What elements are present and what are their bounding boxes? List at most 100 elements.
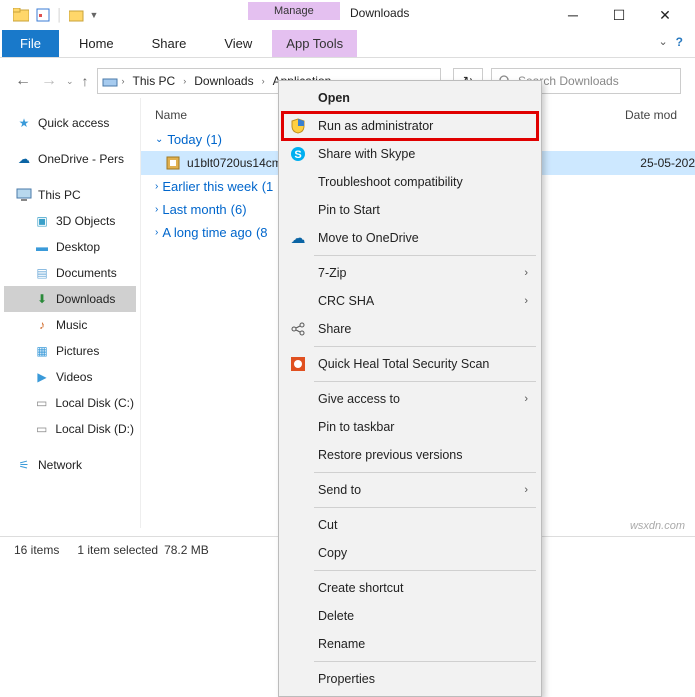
installer-icon <box>165 155 181 171</box>
ctx-pin-taskbar[interactable]: Pin to taskbar <box>282 413 538 441</box>
ctx-pin-start[interactable]: Pin to Start <box>282 196 538 224</box>
window-controls: ─ ☐ ✕ <box>559 7 691 24</box>
ctx-give-access[interactable]: Give access to› <box>282 385 538 413</box>
contextual-tab-header: Manage <box>248 2 340 20</box>
close-button[interactable]: ✕ <box>651 7 679 24</box>
status-item-count: 16 items <box>14 543 59 557</box>
app-tools-tab[interactable]: App Tools <box>272 30 357 57</box>
history-dropdown-icon[interactable]: ⌄ <box>66 76 74 87</box>
ctx-crc-sha[interactable]: CRC SHA› <box>282 287 538 315</box>
crumb-this-pc[interactable]: This PC <box>129 74 180 88</box>
ctx-cut[interactable]: Cut <box>282 511 538 539</box>
sidebar-item-pictures[interactable]: ▦Pictures <box>4 338 136 364</box>
ctx-7zip[interactable]: 7-Zip› <box>282 259 538 287</box>
ctx-create-shortcut[interactable]: Create shortcut <box>282 574 538 602</box>
ctx-run-as-administrator[interactable]: Run as administrator <box>281 111 539 141</box>
chevron-down-icon: ⌄ <box>155 134 163 145</box>
submenu-arrow-icon: › <box>524 484 528 496</box>
chevron-right-icon[interactable]: › <box>183 76 186 86</box>
quick-access-toolbar: │ ▼ <box>4 6 98 24</box>
music-icon: ♪ <box>34 317 50 333</box>
network-icon: ⚟ <box>16 457 32 473</box>
sidebar-item-desktop[interactable]: ▬Desktop <box>4 234 136 260</box>
view-tab[interactable]: View <box>206 30 270 57</box>
ctx-restore-versions[interactable]: Restore previous versions <box>282 441 538 469</box>
forward-button[interactable]: → <box>40 72 58 90</box>
share-tab[interactable]: Share <box>134 30 205 57</box>
svg-text:S: S <box>294 149 301 161</box>
window-title: Downloads <box>350 6 409 20</box>
minimize-button[interactable]: ─ <box>559 7 587 24</box>
sidebar-network[interactable]: ⚟ Network <box>4 452 136 478</box>
navigation-pane: ★ Quick access ☁ OneDrive - Pers This PC… <box>0 98 140 528</box>
videos-icon: ▶ <box>34 369 50 385</box>
share-icon <box>288 320 308 338</box>
ctx-quickheal[interactable]: Quick Heal Total Security Scan <box>282 350 538 378</box>
desktop-icon: ▬ <box>34 239 50 255</box>
ctx-send-to[interactable]: Send to› <box>282 476 538 504</box>
qat-separator: │ <box>56 8 64 22</box>
chevron-right-icon: › <box>155 204 158 215</box>
ctx-share[interactable]: Share <box>282 315 538 343</box>
sidebar-this-pc[interactable]: This PC <box>4 182 136 208</box>
help-icon[interactable]: ? <box>676 35 683 49</box>
folder-icon <box>12 6 30 24</box>
back-button[interactable]: ← <box>14 72 32 90</box>
watermark: wsxdn.com <box>630 520 685 532</box>
ctx-delete[interactable]: Delete <box>282 602 538 630</box>
sidebar-item-documents[interactable]: ▤Documents <box>4 260 136 286</box>
quickheal-icon <box>288 355 308 373</box>
downloads-icon: ⬇ <box>34 291 50 307</box>
separator <box>314 381 536 382</box>
skype-icon: S <box>288 145 308 163</box>
status-selected-size: 78.2 MB <box>164 543 209 557</box>
separator <box>314 570 536 571</box>
disk-icon: ▭ <box>34 421 49 437</box>
sidebar-quick-access[interactable]: ★ Quick access <box>4 110 136 136</box>
ctx-share-skype[interactable]: S Share with Skype <box>282 140 538 168</box>
separator <box>314 507 536 508</box>
sidebar-item-3d-objects[interactable]: ▣3D Objects <box>4 208 136 234</box>
drive-icon <box>102 73 118 89</box>
chevron-right-icon: › <box>155 181 158 192</box>
pc-icon <box>16 187 32 203</box>
cloud-icon: ☁ <box>288 229 308 247</box>
separator <box>314 255 536 256</box>
file-tab[interactable]: File <box>2 30 59 57</box>
ctx-copy[interactable]: Copy <box>282 539 538 567</box>
submenu-arrow-icon: › <box>524 393 528 405</box>
context-tab-group-label: Manage <box>248 2 340 20</box>
ctx-troubleshoot[interactable]: Troubleshoot compatibility <box>282 168 538 196</box>
ctx-properties[interactable]: Properties <box>282 665 538 693</box>
ribbon: File Home Share View App Tools <box>0 30 695 58</box>
cloud-icon: ☁ <box>16 151 32 167</box>
ctx-open[interactable]: Open <box>282 84 538 112</box>
disk-icon: ▭ <box>34 395 49 411</box>
pictures-icon: ▦ <box>34 343 50 359</box>
properties-icon[interactable] <box>34 6 52 24</box>
qat-dropdown-icon[interactable]: ▼ <box>90 10 99 20</box>
file-name: u1blt0720us14cmp <box>187 156 288 170</box>
new-folder-icon[interactable] <box>68 6 86 24</box>
sidebar-item-downloads[interactable]: ⬇Downloads <box>4 286 136 312</box>
home-tab[interactable]: Home <box>61 30 132 57</box>
sidebar-item-music[interactable]: ♪Music <box>4 312 136 338</box>
up-button[interactable]: ↑ <box>82 73 89 89</box>
sidebar-onedrive[interactable]: ☁ OneDrive - Pers <box>4 146 136 172</box>
sidebar-item-local-disk-c[interactable]: ▭Local Disk (C:) <box>4 390 136 416</box>
maximize-button[interactable]: ☐ <box>605 7 633 24</box>
cube-icon: ▣ <box>34 213 50 229</box>
crumb-downloads[interactable]: Downloads <box>190 74 257 88</box>
shield-icon <box>288 117 308 135</box>
ribbon-expand-icon[interactable]: ⌄ <box>658 35 667 49</box>
sidebar-item-local-disk-d[interactable]: ▭Local Disk (D:) <box>4 416 136 442</box>
documents-icon: ▤ <box>34 265 50 281</box>
ctx-move-onedrive[interactable]: ☁ Move to OneDrive <box>282 224 538 252</box>
title-bar: │ ▼ ─ ☐ ✕ <box>0 0 695 30</box>
column-date[interactable]: Date mod <box>625 108 695 122</box>
chevron-right-icon[interactable]: › <box>122 76 125 86</box>
chevron-right-icon[interactable]: › <box>262 76 265 86</box>
ctx-rename[interactable]: Rename <box>282 630 538 658</box>
status-selected-count: 1 item selected <box>77 543 158 557</box>
sidebar-item-videos[interactable]: ▶Videos <box>4 364 136 390</box>
